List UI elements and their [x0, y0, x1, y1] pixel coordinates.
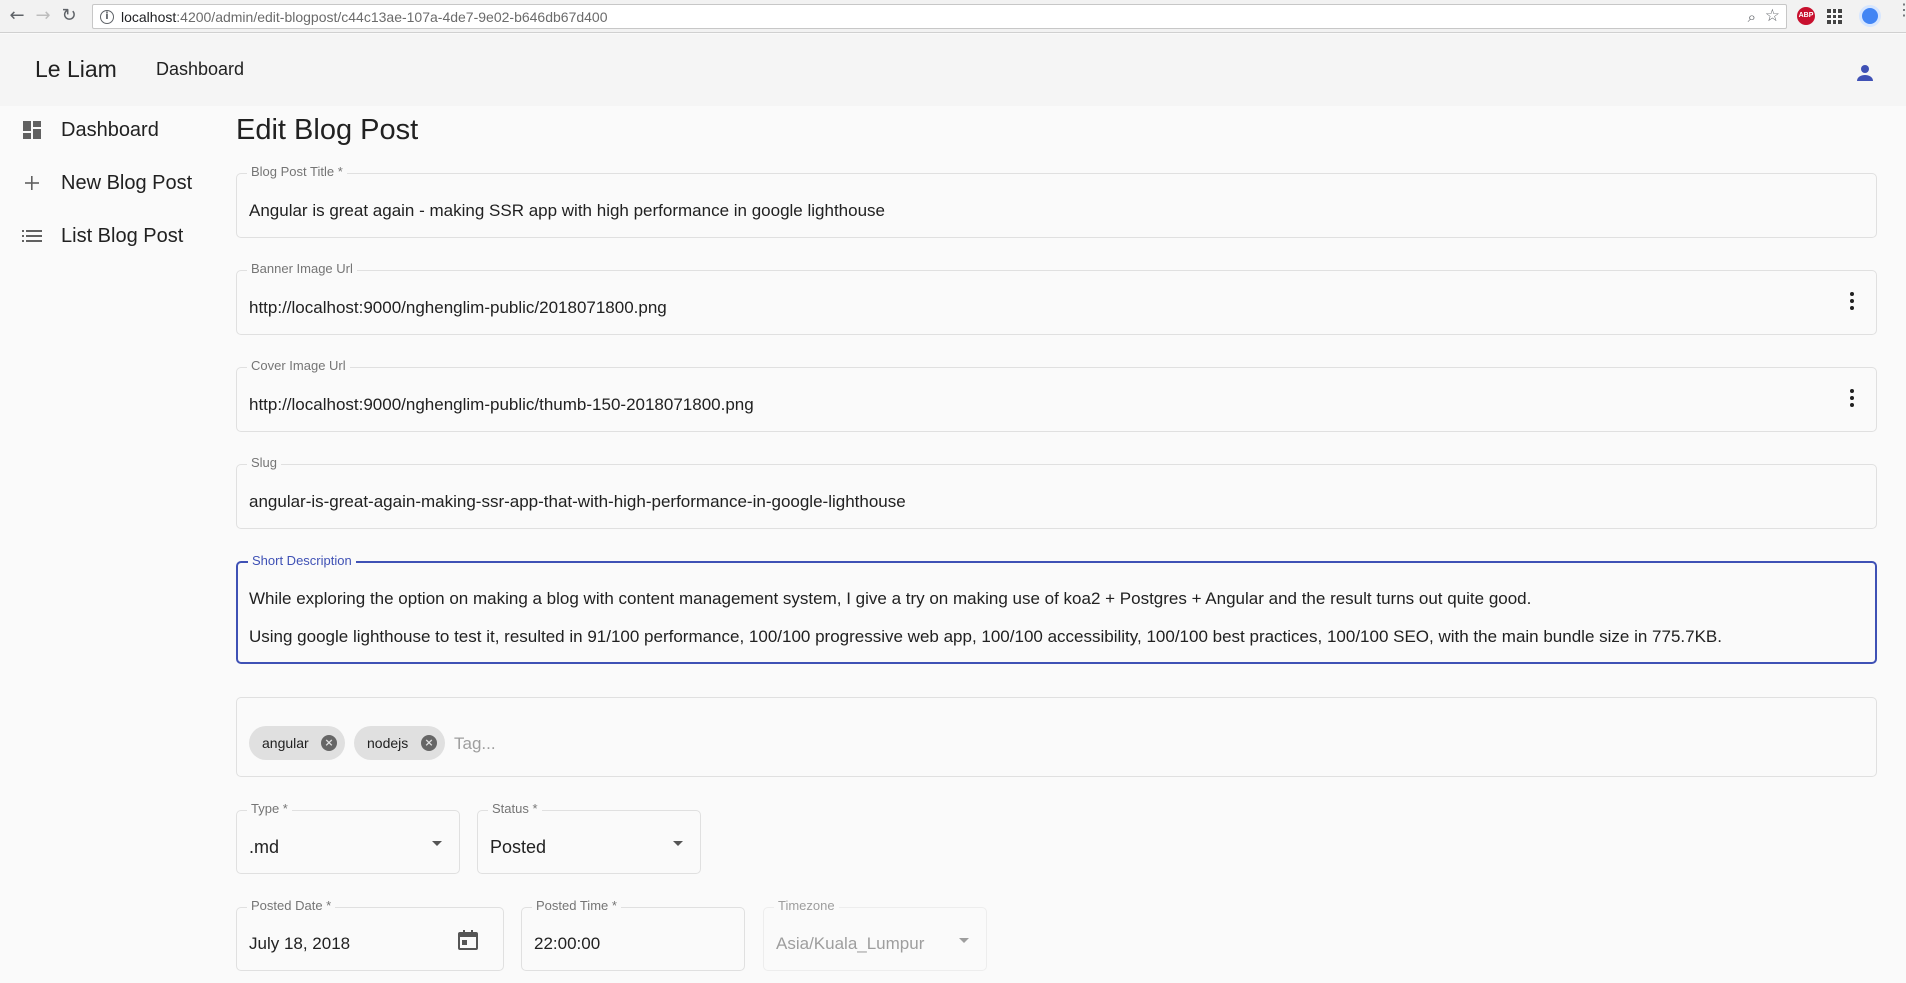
field-label: Banner Image Url: [247, 261, 357, 277]
short-description-line-1[interactable]: While exploring the option on making a b…: [249, 589, 1531, 609]
cover-image-url-field[interactable]: Cover Image Url http://localhost:9000/ng…: [236, 358, 1877, 432]
site-info-icon[interactable]: i: [100, 10, 114, 24]
chevron-down-icon: [673, 841, 683, 846]
type-select[interactable]: Type * .md: [236, 801, 460, 874]
field-label: Type *: [247, 801, 292, 817]
sidebar-item-label: Dashboard: [61, 119, 159, 141]
tags-field[interactable]: angular × nodejs × Tag...: [236, 697, 1877, 777]
back-arrow-icon[interactable]: ←: [6, 5, 28, 27]
url-host: localhost: [121, 9, 177, 25]
field-label: Timezone: [774, 898, 839, 914]
adblock-extension-icon[interactable]: ABP: [1797, 7, 1815, 25]
field-label: Short Description: [248, 553, 356, 569]
calendar-icon[interactable]: [456, 928, 480, 952]
sidebar: Dashboard New Blog Post List Blog Post: [0, 106, 220, 983]
tag-chip[interactable]: nodejs ×: [354, 726, 445, 760]
brand-title[interactable]: Le Liam: [35, 56, 117, 83]
sidebar-item-dashboard[interactable]: Dashboard: [0, 106, 220, 156]
sidebar-item-new-blog-post[interactable]: New Blog Post: [0, 159, 220, 209]
short-description-field[interactable]: Short Description While exploring the op…: [236, 553, 1877, 664]
url-text: localhost:4200/admin/edit-blogpost/c44c1…: [121, 9, 608, 25]
banner-image-url-input[interactable]: http://localhost:9000/nghenglim-public/2…: [249, 298, 667, 318]
sidebar-item-list-blog-post[interactable]: List Blog Post: [0, 212, 220, 262]
status-select-value: Posted: [490, 837, 547, 857]
field-label: Posted Time *: [532, 898, 621, 914]
account-icon[interactable]: [1853, 61, 1877, 85]
tag-chip-label: nodejs: [367, 735, 409, 751]
apps-grid-icon[interactable]: [1827, 9, 1842, 24]
tag-input[interactable]: Tag...: [454, 734, 496, 754]
posted-time-input[interactable]: 22:00:00: [534, 934, 600, 954]
field-label: Cover Image Url: [247, 358, 350, 374]
posted-date-input[interactable]: July 18, 2018: [249, 934, 350, 954]
forward-arrow-icon[interactable]: →: [32, 5, 54, 27]
chevron-down-icon: [432, 841, 442, 846]
browser-toolbar: ← → ↻ i localhost:4200/admin/edit-blogpo…: [0, 0, 1906, 33]
chevron-down-icon: [959, 938, 969, 943]
page-title: Edit Blog Post: [236, 114, 419, 146]
cover-image-url-input[interactable]: http://localhost:9000/nghenglim-public/t…: [249, 395, 754, 415]
reload-icon[interactable]: ↻: [58, 5, 80, 27]
blog-post-title-field[interactable]: Blog Post Title * Angular is great again…: [236, 164, 1877, 238]
timezone-select-value: Asia/Kuala_Lumpur: [776, 934, 925, 953]
chip-remove-icon[interactable]: ×: [421, 735, 437, 751]
zoom-icon[interactable]: ⌕: [1748, 8, 1756, 26]
more-vert-icon[interactable]: [1850, 389, 1854, 407]
extension-circle-icon[interactable]: [1862, 8, 1878, 24]
app-toolbar: Le Liam Dashboard: [0, 34, 1906, 106]
banner-image-url-field[interactable]: Banner Image Url http://localhost:9000/n…: [236, 261, 1877, 335]
field-label: Posted Date *: [247, 898, 336, 914]
posted-date-field[interactable]: Posted Date * July 18, 2018: [236, 898, 504, 971]
dashboard-icon: [23, 121, 41, 139]
field-label: Status *: [488, 801, 542, 817]
browser-menu-icon[interactable]: ⋮: [1896, 3, 1906, 19]
address-bar[interactable]: i localhost:4200/admin/edit-blogpost/c44…: [92, 4, 1787, 29]
type-select-value: .md: [249, 837, 280, 857]
status-select[interactable]: Status * Posted: [477, 801, 701, 874]
sidebar-item-label: List Blog Post: [61, 225, 184, 247]
tag-chip[interactable]: angular ×: [249, 726, 345, 760]
more-vert-icon[interactable]: [1850, 292, 1854, 310]
field-label: Blog Post Title *: [247, 164, 347, 180]
url-path: :4200/admin/edit-blogpost/c44c13ae-107a-…: [176, 9, 608, 25]
add-icon: [25, 176, 39, 190]
slug-input[interactable]: angular-is-great-again-making-ssr-app-th…: [249, 492, 906, 512]
slug-field[interactable]: Slug angular-is-great-again-making-ssr-a…: [236, 455, 1877, 529]
sidebar-item-label: New Blog Post: [61, 172, 193, 194]
field-label: Slug: [247, 455, 282, 471]
bookmark-star-icon[interactable]: ☆: [1765, 6, 1780, 26]
tag-chip-label: angular: [262, 735, 309, 751]
posted-time-field[interactable]: Posted Time * 22:00:00: [521, 898, 745, 971]
toolbar-dashboard-link[interactable]: Dashboard: [156, 59, 244, 80]
blog-post-title-input[interactable]: Angular is great again - making SSR app …: [249, 201, 885, 221]
short-description-line-2[interactable]: Using google lighthouse to test it, resu…: [249, 627, 1722, 647]
timezone-select: Timezone Asia/Kuala_Lumpur: [763, 898, 987, 971]
list-icon: [22, 230, 42, 242]
chip-remove-icon[interactable]: ×: [321, 735, 337, 751]
